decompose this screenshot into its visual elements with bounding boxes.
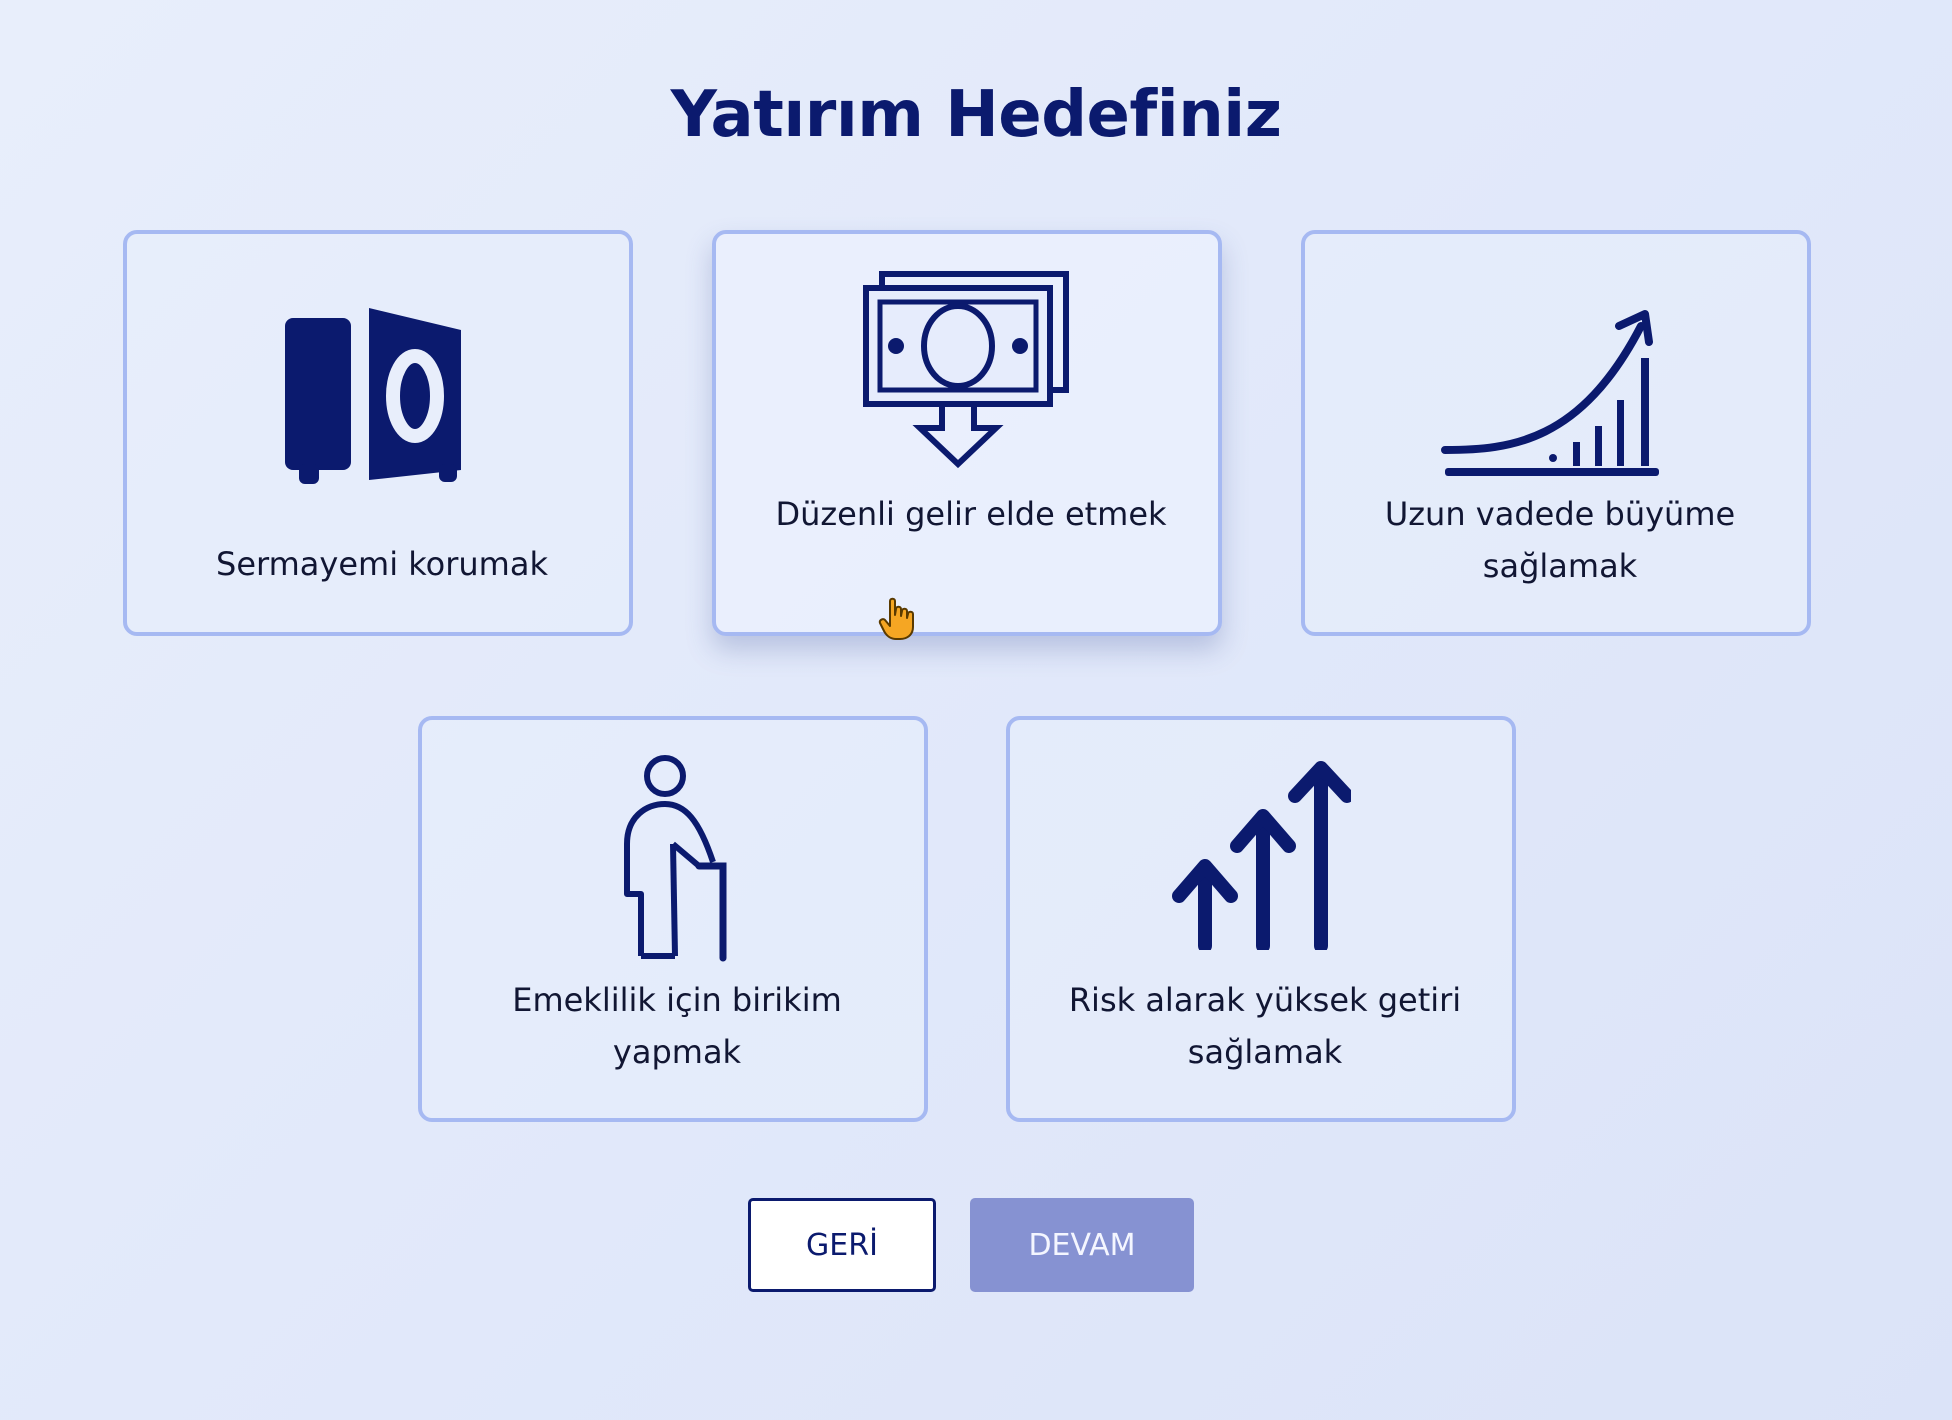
hand-cursor-icon bbox=[878, 597, 918, 641]
option-card-regular-income[interactable]: Düzenli gelir elde etmek bbox=[712, 230, 1222, 636]
option-label: Sermayemi korumak bbox=[216, 545, 548, 583]
arrows-up-icon bbox=[1010, 760, 1512, 950]
option-label: Emeklilik için birikim yapmak bbox=[512, 981, 842, 1071]
continue-button[interactable]: DEVAM bbox=[970, 1198, 1194, 1292]
option-card-high-return[interactable]: Risk alarak yüksek getiri sağlamak bbox=[1006, 716, 1516, 1122]
option-card-retirement-savings[interactable]: Emeklilik için birikim yapmak bbox=[418, 716, 928, 1122]
option-label: Risk alarak yüksek getiri sağlamak bbox=[1068, 981, 1462, 1071]
option-label: Uzun vadede büyüme sağlamak bbox=[1384, 495, 1736, 585]
safe-icon bbox=[127, 306, 629, 486]
money-down-icon bbox=[716, 270, 1218, 470]
page-title: Yatırım Hedefiniz bbox=[670, 78, 1282, 152]
option-label: Düzenli gelir elde etmek bbox=[775, 495, 1167, 533]
back-button[interactable]: GERİ bbox=[748, 1198, 936, 1292]
option-card-long-term-growth[interactable]: Uzun vadede büyüme sağlamak bbox=[1301, 230, 1811, 636]
option-card-protect-capital[interactable]: Sermayemi korumak bbox=[123, 230, 633, 636]
elderly-person-icon bbox=[422, 754, 924, 964]
growth-chart-icon bbox=[1305, 292, 1807, 482]
